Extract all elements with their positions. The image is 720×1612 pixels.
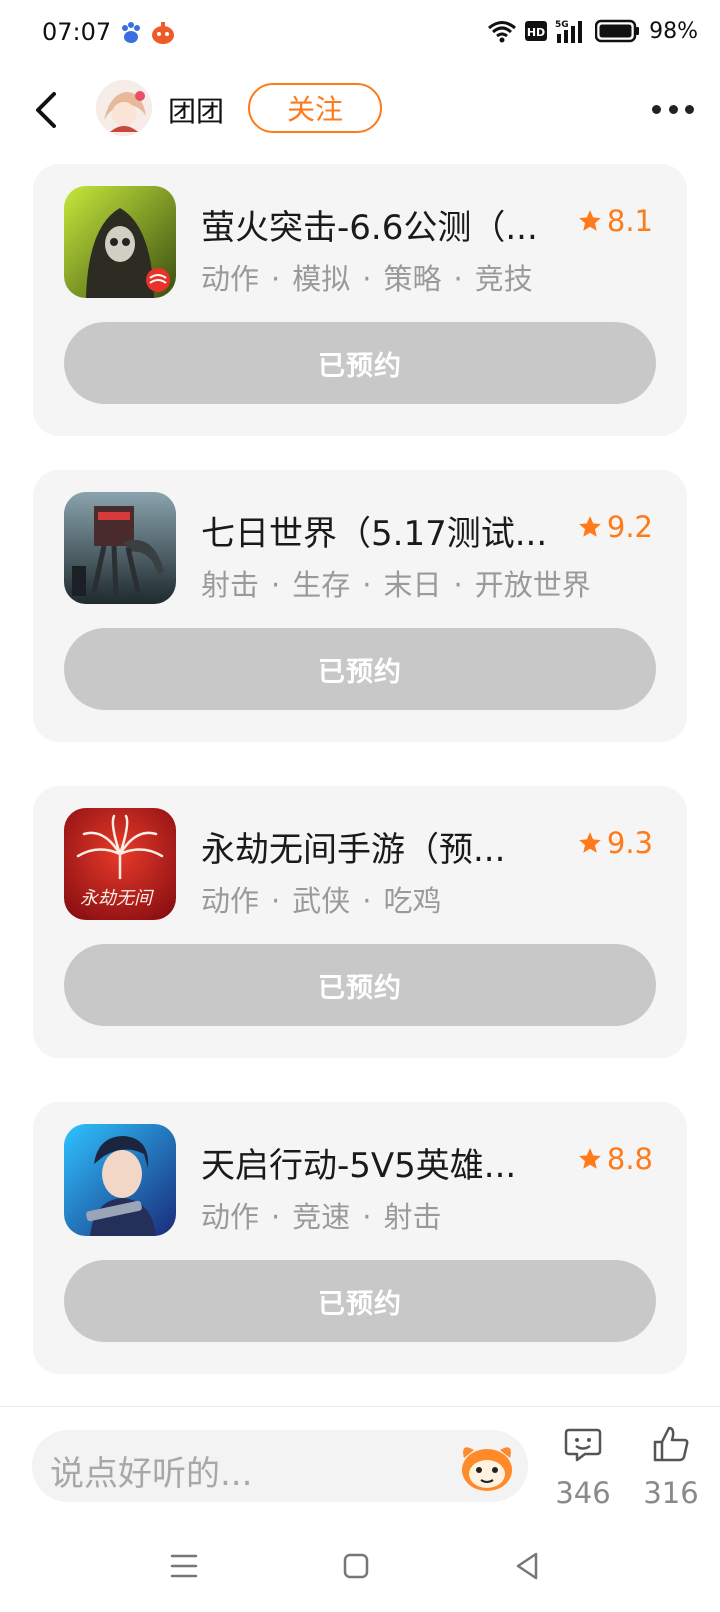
profile-header: 团团 关注 [0,66,720,158]
more-options-icon[interactable] [652,94,694,124]
comment-count: 346 [555,1476,611,1510]
game-rating: 9.3 [577,826,653,860]
game-icon-yinghuo[interactable] [64,186,176,298]
hd-label: HD [527,26,545,39]
game-icon-qiri[interactable] [64,492,176,604]
tag: 动作 [201,884,260,918]
comment-action[interactable]: 346 [548,1424,618,1510]
back-nav-icon[interactable] [508,1546,548,1586]
comment-input[interactable]: 说点好听的... [32,1430,528,1502]
game-title[interactable]: 永劫无间手游（预... [201,822,571,871]
game-tags: 动作 · 竞速 · 射击 [201,1200,442,1234]
paw-icon [122,22,140,43]
reserved-button[interactable]: 已预约 [64,944,656,1026]
like-action[interactable]: 316 [636,1424,706,1510]
mascot-icon[interactable] [458,1438,516,1494]
rating-value: 9.2 [606,510,653,544]
follow-button[interactable]: 关注 [248,83,382,133]
game-title[interactable]: 天启行动-5V5英雄... [201,1138,571,1187]
avatar[interactable] [96,80,152,136]
system-nav-bar [0,1530,720,1612]
status-bar: 07:07 HD 5G 98% [0,0,720,66]
status-time: 07:07 [42,18,112,46]
reserved-button[interactable]: 已预约 [64,1260,656,1342]
tag: 射击 [201,568,260,602]
game-card[interactable]: 永劫无间 永劫无间手游（预... 9.3 动作 · 武侠 · 吃鸡 已预约 [33,786,687,1058]
tag: 武侠 [292,884,351,918]
game-rating: 8.8 [577,1142,653,1176]
game-icon-yongjie[interactable]: 永劫无间 [64,808,176,920]
game-rating: 8.1 [577,204,653,238]
home-icon[interactable] [336,1546,376,1586]
comment-placeholder: 说点好听的... [50,1454,253,1494]
rating-value: 9.3 [606,826,653,860]
game-title[interactable]: 七日世界（5.17测试... [201,506,571,555]
tag: 动作 [201,262,260,296]
bottom-divider [0,1406,720,1407]
status-indicators: HD 5G 98% [487,18,698,44]
tag: 竞速 [292,1200,351,1234]
rating-value: 8.8 [606,1142,653,1176]
tag: 模拟 [292,262,351,296]
back-icon[interactable] [28,88,68,132]
star-icon [579,832,601,853]
mascot-status-icon [152,22,174,44]
reserved-button[interactable]: 已预约 [64,628,656,710]
game-icon-tianqi[interactable] [64,1124,176,1236]
tag: 射击 [383,1200,442,1234]
tag: 吃鸡 [383,884,442,918]
username[interactable]: 团团 [168,90,224,130]
game-card[interactable]: 七日世界（5.17测试... 9.2 射击 · 生存 · 末日 · 开放世界 已预约 [33,470,687,742]
comment-icon[interactable] [563,1424,603,1464]
signal-5g-icon: 5G [555,20,583,43]
rating-value: 8.1 [606,204,653,238]
game-tags: 动作 · 模拟 · 策略 · 竞技 [201,262,533,296]
battery-icon [595,19,640,43]
tag: 动作 [201,1200,260,1234]
star-icon [579,210,601,231]
tag: 开放世界 [474,568,591,602]
tag: 竞技 [474,262,533,296]
game-card[interactable]: 天启行动-5V5英雄... 8.8 动作 · 竞速 · 射击 已预约 [33,1102,687,1374]
battery-percent: 98% [649,18,698,44]
tag: 生存 [292,568,351,602]
game-title[interactable]: 萤火突击-6.6公测（... [201,200,571,249]
wifi-icon [488,21,517,43]
thumbs-up-icon[interactable] [651,1424,691,1464]
tag: 策略 [383,262,442,296]
game-tags: 射击 · 生存 · 末日 · 开放世界 [201,568,591,602]
menu-icon[interactable] [164,1546,204,1586]
star-icon [579,1148,601,1169]
game-tags: 动作 · 武侠 · 吃鸡 [201,884,442,918]
game-card[interactable]: 萤火突击-6.6公测（... 8.1 动作 · 模拟 · 策略 · 竞技 已预约 [33,164,687,436]
star-icon [579,516,601,537]
network-label: 5G [555,20,569,30]
svg-text:永劫无间: 永劫无间 [80,888,154,909]
like-count: 316 [643,1476,699,1510]
game-rating: 9.2 [577,510,653,544]
hd-icon: HD [525,21,548,41]
reserved-button[interactable]: 已预约 [64,322,656,404]
tag: 末日 [383,568,442,602]
